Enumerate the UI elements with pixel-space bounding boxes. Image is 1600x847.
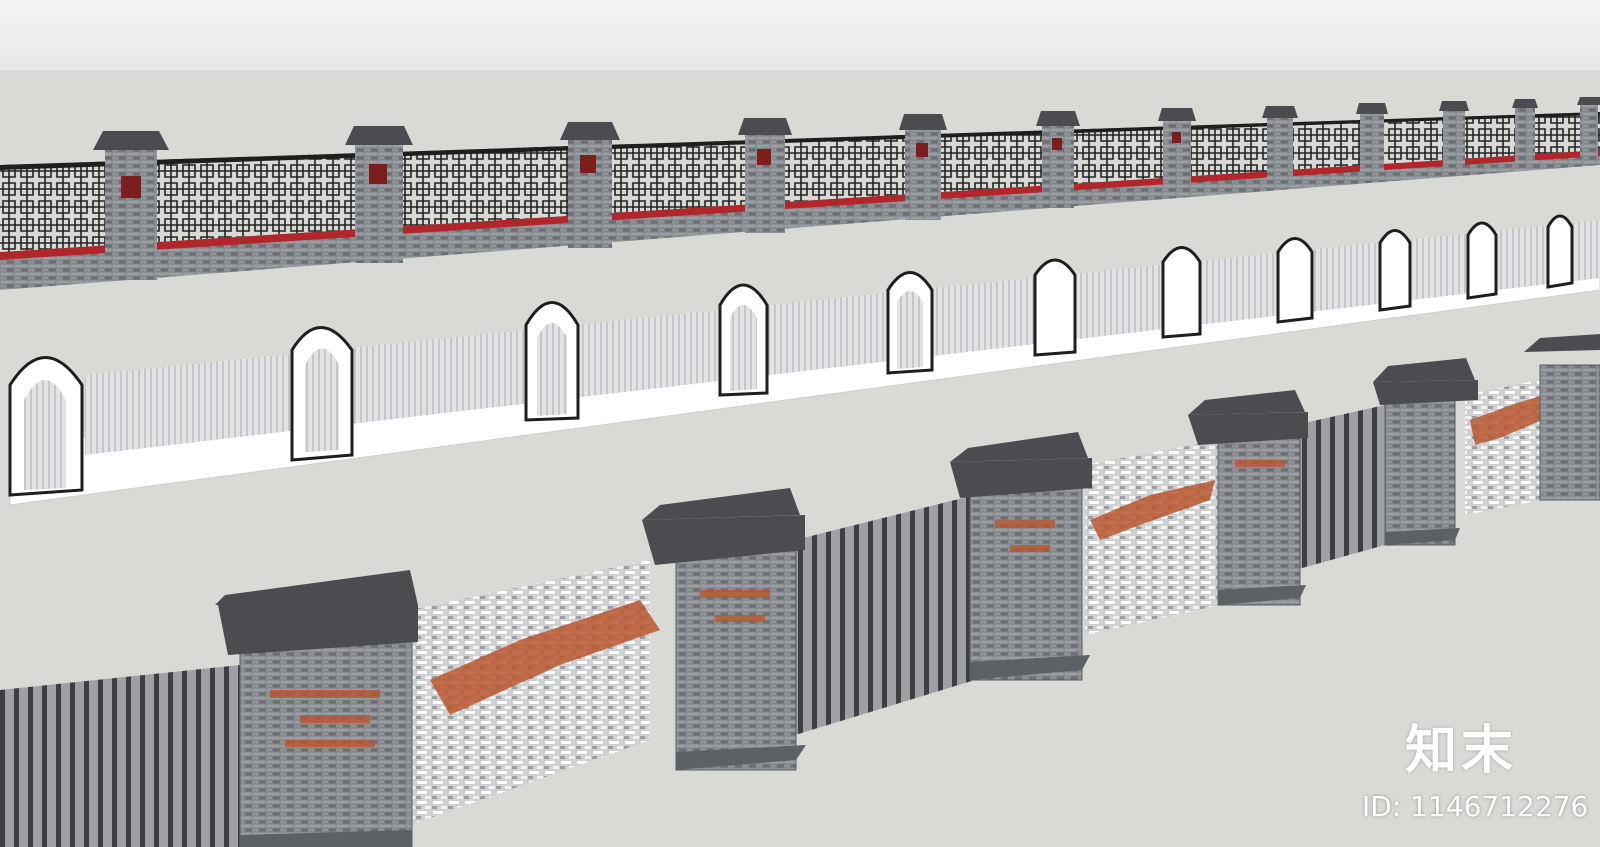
watermark-id: ID: 1146712276 <box>1362 790 1588 823</box>
watermark-id-value: 1146712276 <box>1410 790 1589 823</box>
fence-scene <box>0 97 1600 847</box>
watermark-logo: 知末 <box>1405 721 1518 781</box>
watermark-id-label: ID: <box>1362 790 1402 823</box>
